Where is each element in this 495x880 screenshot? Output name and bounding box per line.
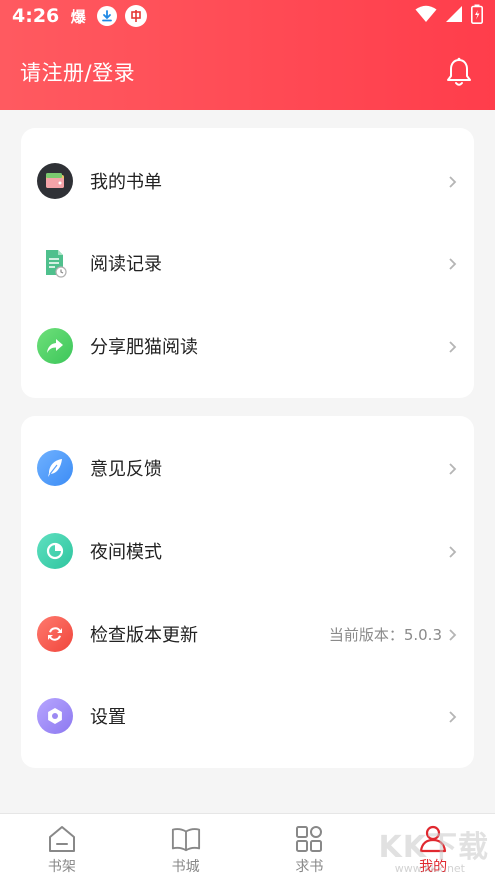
chevron-right-icon — [446, 544, 458, 558]
tab-label: 书城 — [171, 859, 200, 875]
signal-icon — [445, 5, 463, 28]
menu-item-label: 阅读记录 — [90, 254, 162, 275]
current-version-text: 当前版本：5.0.3 — [328, 625, 442, 644]
header: 4:26 爆 请注册/登录 — [0, 0, 495, 110]
watermark: KK下载 — [378, 830, 489, 865]
menu-item-label: 我的书单 — [90, 172, 162, 193]
menu-item-label: 意见反馈 — [90, 459, 162, 480]
refresh-icon — [37, 616, 73, 652]
download-notification-icon — [97, 6, 118, 26]
bell-icon[interactable] — [443, 56, 475, 88]
battery-icon — [471, 4, 483, 29]
login-register-link[interactable]: 请注册/登录 — [20, 57, 135, 87]
feather-icon — [37, 450, 73, 486]
chevron-right-icon — [446, 461, 458, 475]
chevron-right-icon — [446, 256, 458, 270]
tab-label: 求书 — [295, 859, 324, 875]
chevron-right-icon — [446, 709, 458, 723]
menu-item-night-mode[interactable]: 夜间模式 — [21, 521, 474, 581]
grid-icon — [294, 824, 324, 854]
tab-bookshelf[interactable]: 书架 — [0, 814, 124, 880]
menu-card-primary: 我的书单 阅读记录 分享肥猫阅读 — [21, 128, 474, 398]
reading-history-icon — [37, 245, 73, 281]
menu-item-my-booklist[interactable]: 我的书单 — [21, 151, 474, 211]
night-mode-icon — [37, 533, 73, 569]
menu-item-feedback[interactable]: 意见反馈 — [21, 438, 474, 498]
menu-item-label: 分享肥猫阅读 — [90, 337, 198, 358]
menu-item-reading-history[interactable]: 阅读记录 — [21, 233, 474, 293]
menu-card-secondary: 意见反馈 夜间模式 检查版本更新 当前版本：5.0.3 设置 — [21, 416, 474, 768]
wallet-icon — [37, 163, 73, 199]
menu-item-label: 夜间模式 — [90, 542, 162, 563]
share-icon — [37, 328, 73, 364]
menu-item-share[interactable]: 分享肥猫阅读 — [21, 316, 474, 376]
chevron-right-icon — [446, 339, 458, 353]
home-icon — [47, 824, 77, 854]
wifi-icon — [415, 5, 437, 28]
watermark-url: www.kkx.net — [394, 862, 465, 875]
chevron-right-icon — [446, 627, 458, 641]
menu-item-check-update[interactable]: 检查版本更新 当前版本：5.0.3 — [21, 604, 474, 664]
app-notification-icon — [125, 5, 148, 27]
chevron-right-icon — [446, 174, 458, 188]
notification-app-icon: 爆 — [70, 7, 86, 26]
tab-label: 书架 — [47, 859, 76, 875]
menu-item-label: 设置 — [90, 707, 126, 728]
tab-bookstore[interactable]: 书城 — [124, 814, 248, 880]
status-time: 4:26 — [12, 5, 60, 27]
menu-item-settings[interactable]: 设置 — [21, 686, 474, 746]
settings-icon — [37, 698, 73, 734]
book-icon — [171, 824, 201, 854]
tab-request-book[interactable]: 求书 — [248, 814, 372, 880]
menu-item-label: 检查版本更新 — [90, 625, 198, 646]
status-bar: 4:26 爆 — [0, 0, 495, 32]
